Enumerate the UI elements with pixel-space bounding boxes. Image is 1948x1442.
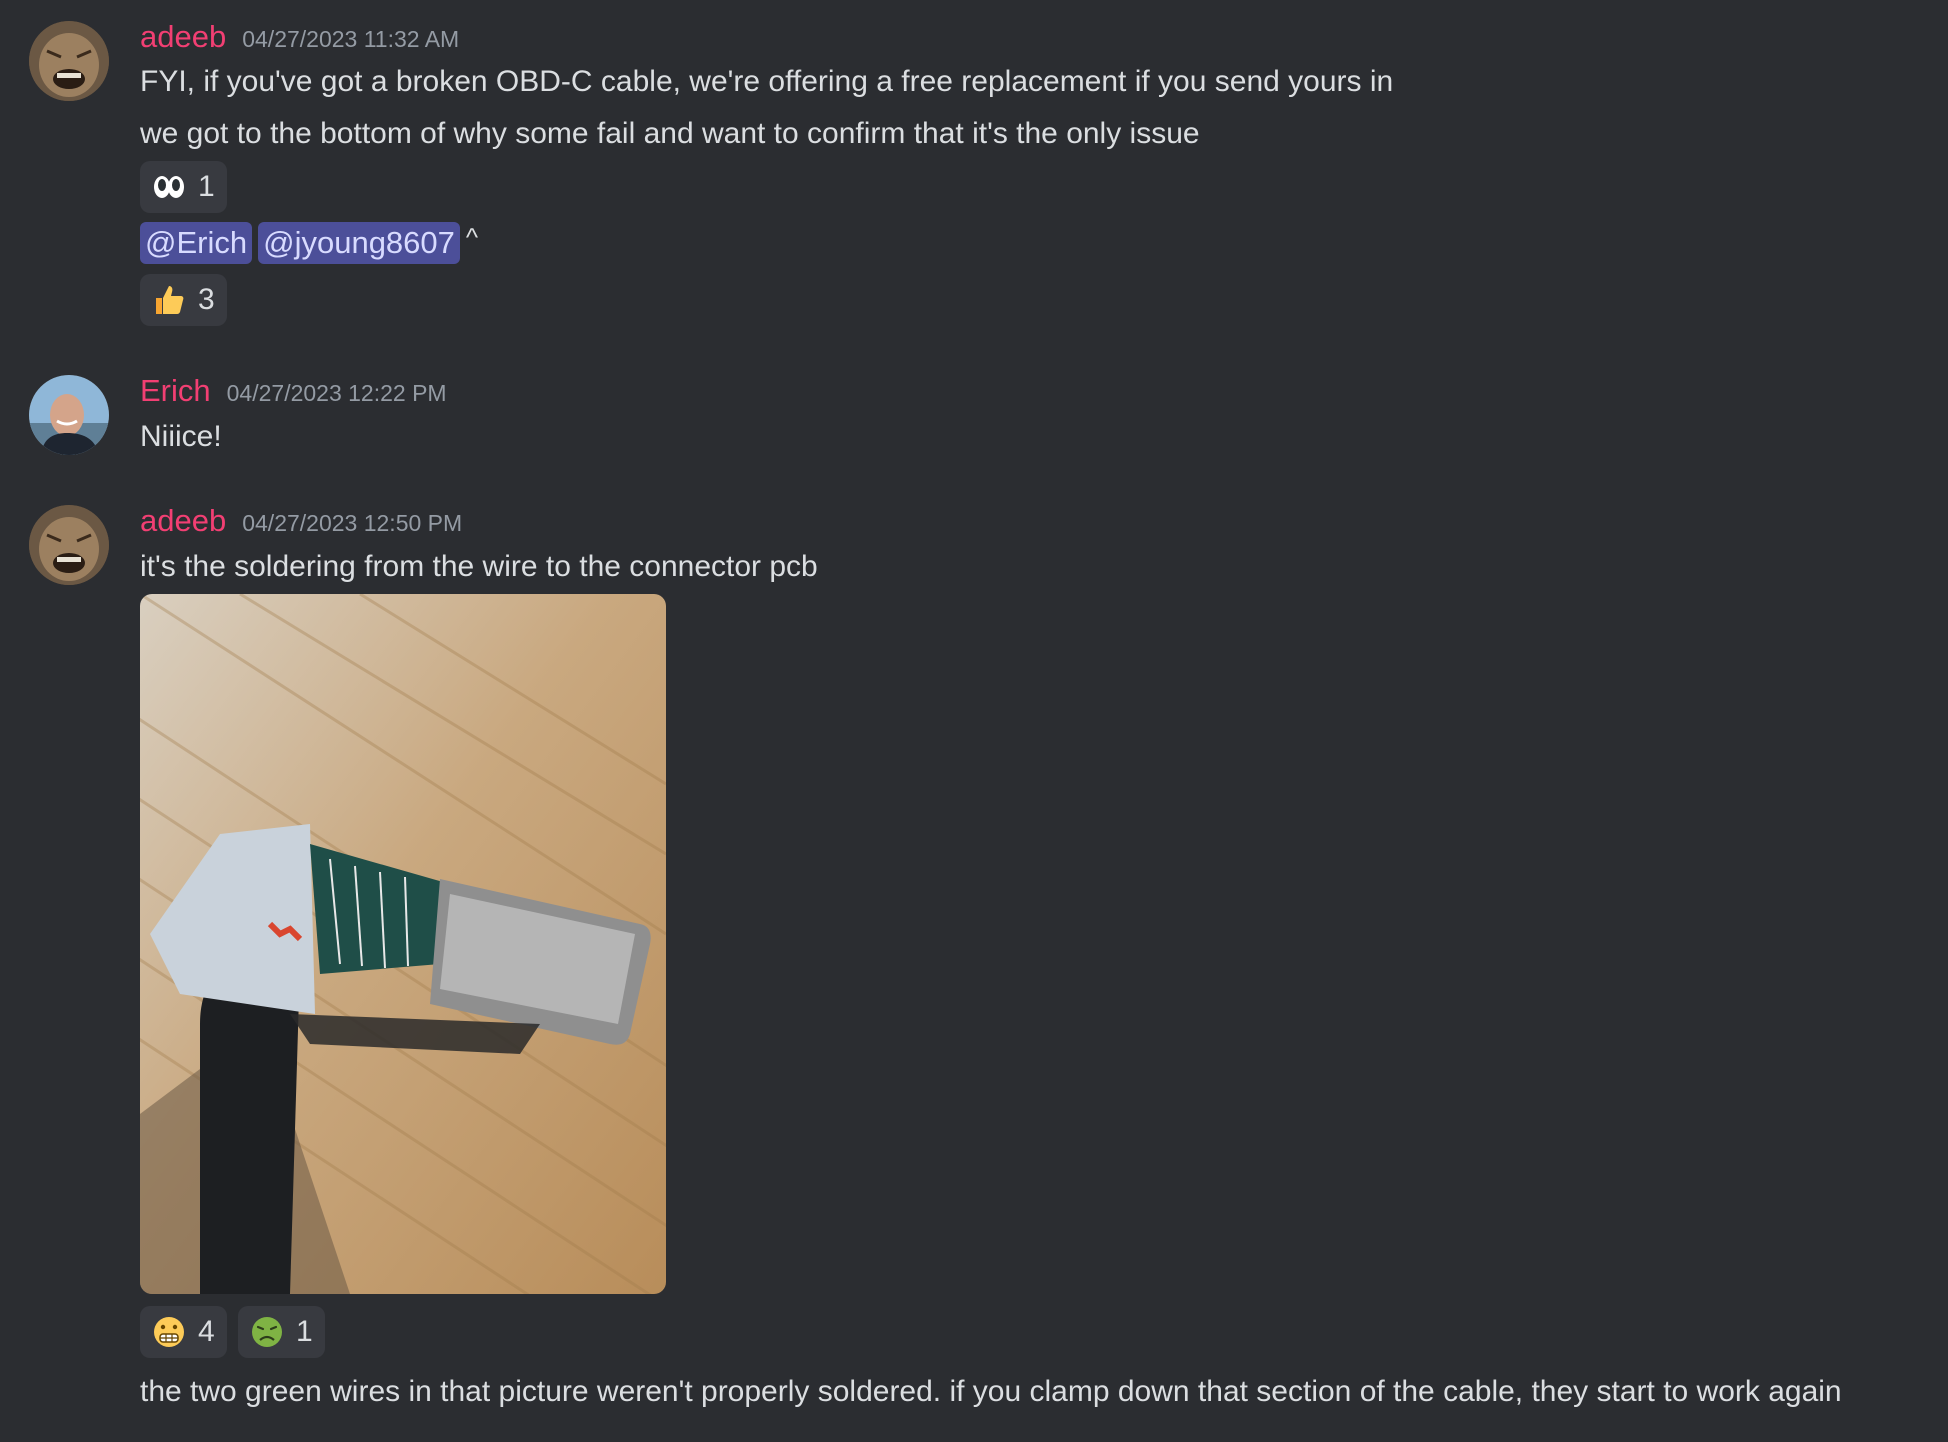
avatar-adeeb[interactable] bbox=[29, 505, 109, 585]
mention-erich[interactable]: @Erich bbox=[140, 222, 253, 264]
username[interactable]: Erich bbox=[140, 373, 211, 409]
message-header: adeeb 04/27/2023 12:50 PM bbox=[140, 503, 462, 539]
message-header: adeeb 04/27/2023 11:32 AM bbox=[140, 19, 459, 55]
eyes-icon bbox=[154, 176, 184, 198]
reaction-nauseated[interactable]: 1 bbox=[238, 1306, 325, 1358]
nauseated-face-icon bbox=[252, 1317, 282, 1347]
reaction-count: 1 bbox=[198, 170, 215, 203]
timestamp: 04/27/2023 12:22 PM bbox=[226, 380, 447, 406]
mention-jyoung8607[interactable]: @jyoung8607 bbox=[258, 222, 460, 264]
caret-text: ^ bbox=[465, 222, 479, 252]
image-attachment[interactable] bbox=[140, 594, 666, 1294]
thumbs-up-icon bbox=[156, 286, 184, 314]
message-text: it's the soldering from the wire to the … bbox=[140, 550, 818, 583]
reaction-eyes[interactable]: 1 bbox=[140, 161, 227, 213]
message-text: Niiice! bbox=[140, 420, 222, 453]
avatar-erich[interactable] bbox=[29, 375, 109, 455]
timestamp: 04/27/2023 11:32 AM bbox=[242, 26, 460, 52]
avatar-adeeb[interactable] bbox=[29, 21, 109, 101]
reaction-count: 1 bbox=[296, 1315, 313, 1348]
message-header: Erich 04/27/2023 12:22 PM bbox=[140, 373, 447, 409]
message-text: the two green wires in that picture were… bbox=[140, 1375, 1842, 1408]
reaction-grimacing[interactable]: 4 bbox=[140, 1306, 227, 1358]
reaction-count: 4 bbox=[198, 1315, 215, 1348]
timestamp: 04/27/2023 12:50 PM bbox=[242, 510, 463, 536]
reaction-count: 3 bbox=[198, 283, 215, 316]
grimacing-face-icon bbox=[154, 1317, 184, 1347]
message-text: FYI, if you've got a broken OBD-C cable,… bbox=[140, 65, 1394, 98]
username[interactable]: adeeb bbox=[140, 19, 226, 55]
reaction-thumbs-up[interactable]: 3 bbox=[140, 274, 227, 326]
mentions-line: @Erich @jyoung8607 ^ bbox=[140, 222, 478, 264]
username[interactable]: adeeb bbox=[140, 503, 226, 539]
message-text: we got to the bottom of why some fail an… bbox=[140, 117, 1200, 150]
